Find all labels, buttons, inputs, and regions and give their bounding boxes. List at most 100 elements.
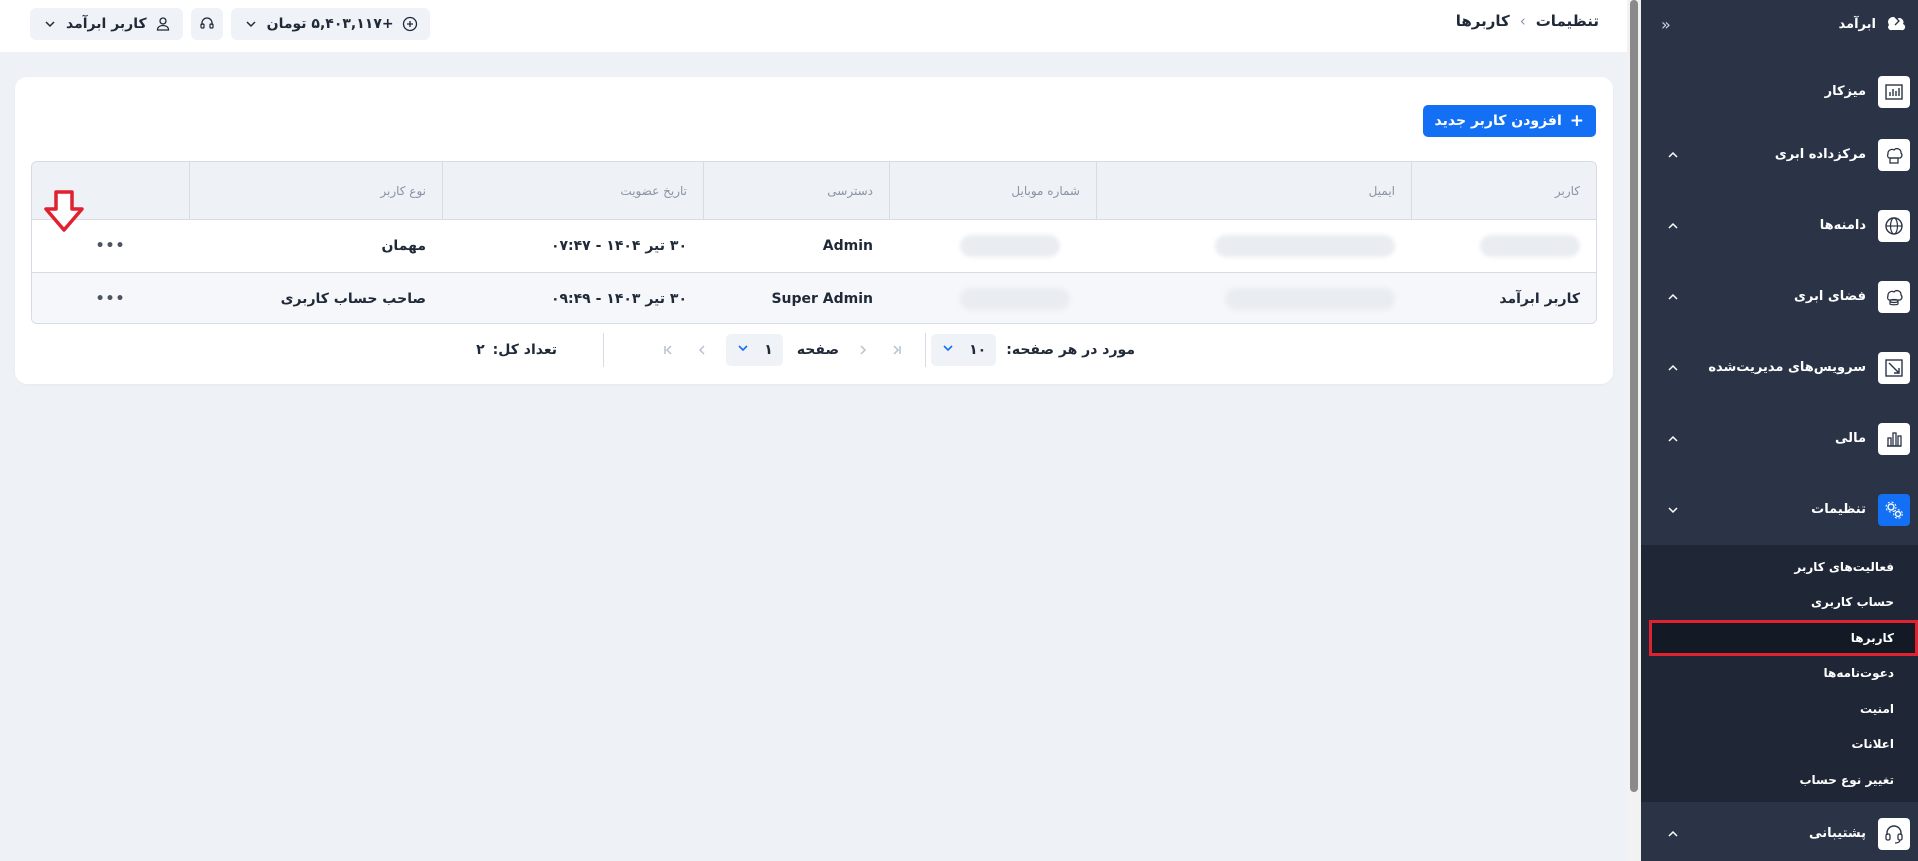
column-header-email: ایمیل <box>1096 162 1411 219</box>
chevron-down-icon <box>1665 502 1681 518</box>
cell-joined: ۳۰ تیر ۱۴۰۴ - ۰۷:۴۷ <box>550 238 687 254</box>
sidebar: ابرآمد « میزکار مرکزداده ابری <box>1641 0 1918 861</box>
column-header-user: کاربر <box>1411 162 1596 219</box>
scrollbar-thumb[interactable] <box>1630 0 1638 792</box>
sidebar-item-support[interactable]: پشتیبانی <box>1641 802 1918 861</box>
sidebar-item-managed-services[interactable]: سرویس‌های مدیریت‌شده <box>1641 332 1918 403</box>
total-value: ۲ <box>476 342 485 358</box>
user-name: کاربر ابرآمد <box>66 16 147 32</box>
sidebar-item-label: مالی <box>1835 431 1866 446</box>
more-icon: ••• <box>95 291 126 307</box>
cell-user <box>1411 220 1596 272</box>
sidebar-subitem-change-account-type[interactable]: تغییر نوع حساب <box>1641 762 1918 798</box>
sidebar-item-dashboard[interactable]: میزکار <box>1641 68 1918 115</box>
page-value: ۱ <box>764 342 773 358</box>
page-select[interactable]: ۱ <box>726 334 783 366</box>
user-icon <box>155 16 171 32</box>
balance-button[interactable]: +۵,۴۰۳,۱۱۷ تومان <box>230 8 430 40</box>
sidebar-item-label: تنظیمات <box>1811 502 1866 517</box>
per-page-select[interactable]: ۱۰ <box>931 334 997 366</box>
chevron-up-icon <box>1665 289 1681 305</box>
sidebar-item-datacenter[interactable]: مرکزداده ابری <box>1641 119 1918 190</box>
last-page-icon[interactable] <box>658 340 678 360</box>
next-page-icon[interactable] <box>692 340 712 360</box>
chevron-down-icon <box>243 16 259 32</box>
settings-submenu: فعالیت‌های کاربر حساب کاربری کاربرها دعو… <box>1641 545 1918 802</box>
support-icon <box>199 16 215 32</box>
add-user-label: افزودن کاربر جدید <box>1434 113 1562 129</box>
breadcrumb: تنظیمات › کاربرها <box>1456 12 1599 30</box>
add-circle-icon <box>402 16 418 32</box>
cell-mobile <box>889 220 1096 272</box>
cell-joined: ۳۰ تیر ۱۴۰۳ - ۰۹:۴۹ <box>550 291 687 307</box>
user-menu-button[interactable]: کاربر ابرآمد <box>30 8 183 40</box>
chevron-up-icon <box>1665 218 1681 234</box>
sidebar-item-label: پشتیبانی <box>1809 826 1866 841</box>
datacenter-icon <box>1878 138 1910 171</box>
chevron-up-icon <box>1665 431 1681 447</box>
globe-icon <box>1878 209 1910 242</box>
cell-type: صاحب حساب کاربری <box>280 291 426 307</box>
page-label: صفحه <box>796 342 839 358</box>
table-header: کاربر ایمیل شماره موبایل دسترسی تاریخ عض… <box>32 162 1596 219</box>
row-actions-button[interactable]: ••• <box>32 273 189 323</box>
column-header-access: دسترسی <box>703 162 889 219</box>
sidebar-item-settings[interactable]: تنظیمات <box>1641 474 1918 545</box>
users-table: کاربر ایمیل شماره موبایل دسترسی تاریخ عض… <box>31 161 1597 324</box>
app-window: کاربر ابرآمد +۵,۴۰۳,۱۱۷ تومان تنظیمات › … <box>0 0 1918 861</box>
chevron-down-icon <box>42 16 58 32</box>
headset-icon <box>1878 817 1910 850</box>
chevron-down-icon <box>941 341 955 359</box>
sidebar-subitem-users[interactable]: کاربرها <box>1649 620 1918 656</box>
breadcrumb-settings[interactable]: تنظیمات <box>1536 12 1599 30</box>
annotation-arrow-icon <box>44 190 84 232</box>
chevron-up-icon <box>1665 360 1681 376</box>
collapse-sidebar-icon[interactable]: « <box>1661 15 1671 34</box>
sidebar-item-domains[interactable]: دامنه‌ها <box>1641 190 1918 261</box>
cloud-storage-icon <box>1878 280 1910 313</box>
cell-mobile <box>889 273 1096 323</box>
column-header-mobile: شماره موبایل <box>889 162 1096 219</box>
support-button[interactable] <box>190 8 223 40</box>
page-scrollbar[interactable] <box>1627 0 1641 861</box>
column-header-type: نوع کاربر <box>189 162 442 219</box>
table-row[interactable]: کاربر ابرآمد Super Admin ۳۰ تیر ۱۴۰۳ - ۰… <box>32 272 1596 323</box>
sidebar-item-label: دامنه‌ها <box>1819 218 1866 233</box>
dashboard-icon <box>1878 75 1910 108</box>
first-page-icon[interactable] <box>887 340 907 360</box>
top-bar: کاربر ابرآمد +۵,۴۰۳,۱۱۷ تومان تنظیمات › … <box>0 0 1627 52</box>
per-page-label: مورد در هر صفحه: <box>1006 342 1135 358</box>
cell-email <box>1096 273 1411 323</box>
chevron-left-icon: › <box>1519 12 1526 30</box>
per-page-value: ۱۰ <box>969 342 987 358</box>
total-label: تعداد کل: <box>492 342 557 358</box>
users-card: + افزودن کاربر جدید کاربر ایمیل شماره مو… <box>15 77 1613 384</box>
cell-user: کاربر ابرآمد <box>1499 291 1580 307</box>
divider <box>603 333 604 367</box>
balance-amount: +۵,۴۰۳,۱۱۷ تومان <box>266 16 394 32</box>
sidebar-subitem-invitations[interactable]: دعوت‌نامه‌ها <box>1641 656 1918 692</box>
sidebar-item-label: سرویس‌های مدیریت‌شده <box>1708 360 1866 375</box>
sidebar-item-label: میزکار <box>1824 84 1866 99</box>
divider <box>925 333 926 367</box>
sidebar-subitem-account[interactable]: حساب کاربری <box>1641 585 1918 621</box>
chevron-up-icon <box>1665 147 1681 163</box>
sidebar-subitem-notifications[interactable]: اعلانات <box>1641 727 1918 763</box>
brand[interactable]: ابرآمد <box>1839 12 1908 36</box>
pagination: مورد در هر صفحه: ۱۰ صفحه ۱ تعداد کل: ۲ <box>31 324 1597 376</box>
sidebar-subitem-security[interactable]: امنیت <box>1641 691 1918 727</box>
cell-type: مهمان <box>381 238 426 254</box>
plus-icon: + <box>1569 111 1584 131</box>
breadcrumb-users: کاربرها <box>1455 12 1510 30</box>
table-row[interactable]: Admin ۳۰ تیر ۱۴۰۴ - ۰۷:۴۷ مهمان ••• <box>32 219 1596 272</box>
sidebar-item-cloud-storage[interactable]: فضای ابری <box>1641 261 1918 332</box>
total-count: تعداد کل: ۲ <box>476 324 557 376</box>
previous-page-icon[interactable] <box>853 340 873 360</box>
column-header-joined: تاریخ عضویت <box>442 162 703 219</box>
per-page-control: مورد در هر صفحه: ۱۰ <box>931 324 1135 376</box>
sidebar-item-finance[interactable]: مالی <box>1641 403 1918 474</box>
chevron-down-icon <box>736 341 750 359</box>
top-bar-actions: کاربر ابرآمد +۵,۴۰۳,۱۱۷ تومان <box>30 8 430 40</box>
sidebar-subitem-user-activity[interactable]: فعالیت‌های کاربر <box>1641 549 1918 585</box>
add-user-button[interactable]: + افزودن کاربر جدید <box>1422 105 1596 137</box>
